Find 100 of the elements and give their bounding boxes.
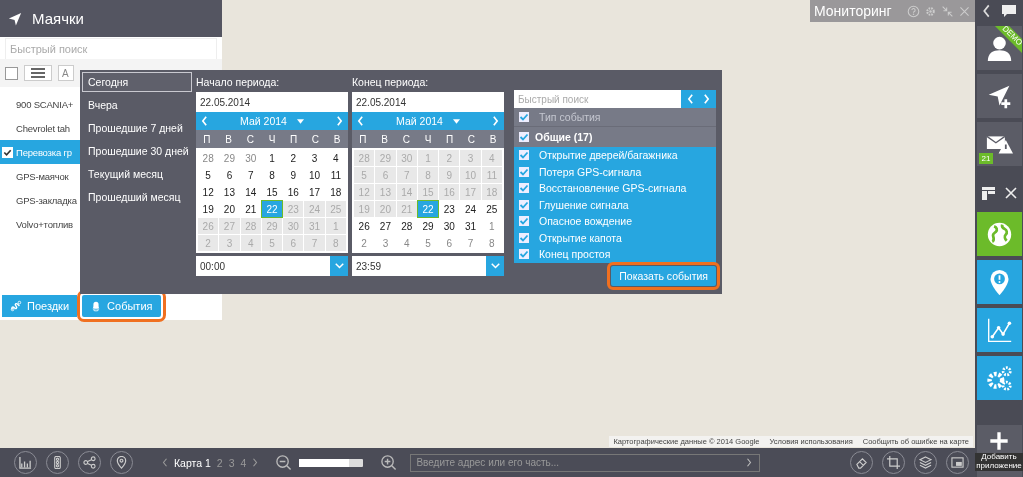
calendar-day[interactable]: 15 [261, 184, 283, 200]
chevron-left-icon[interactable] [162, 458, 168, 467]
calendar-day[interactable]: 28 [396, 218, 417, 234]
map-tab[interactable]: 2 [216, 456, 223, 469]
calendar-day[interactable]: 7 [240, 167, 261, 183]
calendar-day[interactable]: 20 [219, 201, 240, 217]
mail-alert-tile[interactable]: 21 [976, 122, 1022, 166]
time-field[interactable]: 00:00 [196, 256, 348, 276]
help-icon[interactable] [907, 4, 920, 18]
calendar-day[interactable]: 6 [439, 235, 460, 251]
calendar-day[interactable]: 4 [396, 235, 417, 251]
calendar-day[interactable]: 17 [304, 184, 325, 200]
chevron-right-icon[interactable] [746, 458, 753, 467]
calendar-day[interactable]: 3 [375, 235, 396, 251]
event-type-item[interactable]: Открытие дверей/багажника [514, 147, 716, 164]
gears-tile[interactable] [976, 356, 1022, 400]
calendar-day[interactable]: 29 [417, 218, 439, 234]
month-label[interactable]: Май 2014 [240, 115, 287, 127]
calendar-day[interactable]: 12 [198, 184, 219, 200]
calendar-day[interactable]: 31 [460, 218, 481, 234]
calendar-day[interactable]: 11 [325, 167, 346, 183]
calendar-day[interactable]: 8 [261, 167, 283, 183]
zoom-in-icon[interactable] [380, 454, 398, 471]
event-type-item[interactable]: Опасное вождение [514, 213, 716, 230]
month-label[interactable]: Май 2014 [396, 115, 443, 127]
checkbox[interactable] [519, 150, 529, 161]
zoom-out-icon[interactable] [275, 454, 293, 471]
layout-icon[interactable] [981, 186, 995, 200]
event-type-item[interactable]: Восстановление GPS-сигнала [514, 180, 716, 197]
close-icon[interactable] [1004, 187, 1017, 199]
checkbox[interactable] [519, 199, 529, 210]
navigate-tile[interactable] [976, 74, 1022, 118]
search-field[interactable]: Быстрый поиск [6, 39, 216, 59]
calendar-day[interactable]: 21 [240, 201, 261, 217]
panel-button[interactable]: Поездки [2, 295, 78, 317]
calendar-day[interactable]: 8 [481, 235, 502, 251]
checkbox[interactable] [519, 232, 529, 243]
time-field[interactable]: 23:59 [352, 256, 504, 276]
calendar-day[interactable]: 29 [219, 150, 240, 166]
map-tab[interactable]: Карта 1 [174, 456, 211, 469]
chat-icon[interactable] [1000, 4, 1017, 18]
sort-button[interactable]: A [58, 65, 74, 81]
add-tile[interactable]: Добавить приложение [976, 425, 1022, 477]
checkbox[interactable] [519, 166, 529, 177]
checkbox[interactable] [519, 216, 529, 227]
map-tab[interactable]: 3 [228, 456, 235, 469]
period-preset[interactable]: Текущий месяц [82, 164, 192, 184]
checkbox[interactable] [519, 183, 529, 194]
chevron-right-icon[interactable] [252, 458, 259, 467]
calendar-day[interactable]: 2 [354, 235, 375, 251]
calendar-day[interactable]: 18 [325, 184, 346, 200]
calendar-day[interactable]: 2 [283, 150, 304, 166]
calendar-day[interactable]: 5 [417, 235, 439, 251]
event-type-item[interactable]: Конец простоя [514, 246, 716, 263]
date-field[interactable]: 22.05.2014 [352, 92, 504, 112]
calendar-day[interactable]: 6 [219, 167, 240, 183]
calendar-day[interactable]: 16 [283, 184, 304, 200]
event-type-item[interactable]: Глушение сигнала [514, 196, 716, 213]
calendar-day[interactable]: 7 [460, 235, 481, 251]
event-type-item[interactable]: Открытие капота [514, 229, 716, 246]
calendar-day[interactable]: 10 [304, 167, 325, 183]
address-field[interactable]: Введите адрес или его часть... [410, 453, 761, 472]
map-tab[interactable]: 4 [240, 456, 247, 469]
calendar-day[interactable]: 27 [375, 218, 396, 234]
calendar-day[interactable]: 22 [417, 201, 439, 217]
event-group[interactable]: Общие (17) [514, 126, 716, 147]
calendar-day[interactable]: 23 [439, 201, 460, 217]
period-preset[interactable]: Прошедший месяц [82, 187, 192, 207]
period-preset[interactable]: Прошедшие 30 дней [82, 141, 192, 161]
calendar-day[interactable]: 1 [481, 218, 502, 234]
caret-icon[interactable] [452, 118, 460, 124]
event-type-item[interactable]: Потеря GPS-сигнала [514, 163, 716, 180]
globe-tile[interactable] [976, 212, 1022, 256]
period-preset[interactable]: Прошедшие 7 дней [82, 118, 192, 138]
select-all-checkbox[interactable] [5, 66, 18, 80]
calendar-day[interactable]: 28 [198, 150, 219, 166]
calendar-day[interactable]: 5 [198, 167, 219, 183]
period-preset[interactable]: Сегодня [82, 72, 192, 92]
calendar-day[interactable]: 9 [283, 167, 304, 183]
column-header[interactable]: Тип события [514, 108, 716, 126]
calendar-day[interactable]: 30 [439, 218, 460, 234]
period-preset[interactable]: Вчера [82, 95, 192, 115]
settings-icon[interactable] [924, 4, 937, 18]
calendar-day[interactable]: 24 [460, 201, 481, 217]
calendar-day[interactable]: 30 [240, 150, 261, 166]
calendar-day[interactable]: 19 [198, 201, 219, 217]
calendar-day[interactable]: 26 [354, 218, 375, 234]
list-view-button[interactable] [24, 65, 52, 81]
caret-icon[interactable] [296, 118, 304, 124]
checkbox[interactable] [519, 112, 529, 122]
calendar-day[interactable]: 4 [325, 150, 346, 166]
calendar-day[interactable]: 1 [261, 150, 283, 166]
zoom-slider[interactable] [299, 458, 364, 467]
date-field[interactable]: 22.05.2014 [196, 92, 348, 112]
calendar-day[interactable]: 22 [261, 201, 283, 217]
search-field[interactable]: Быстрый поиск [514, 90, 681, 108]
calendar-day[interactable]: 14 [240, 184, 261, 200]
calendar-day[interactable]: 13 [219, 184, 240, 200]
calendar-day[interactable]: 25 [481, 201, 502, 217]
checkbox[interactable] [519, 132, 529, 142]
